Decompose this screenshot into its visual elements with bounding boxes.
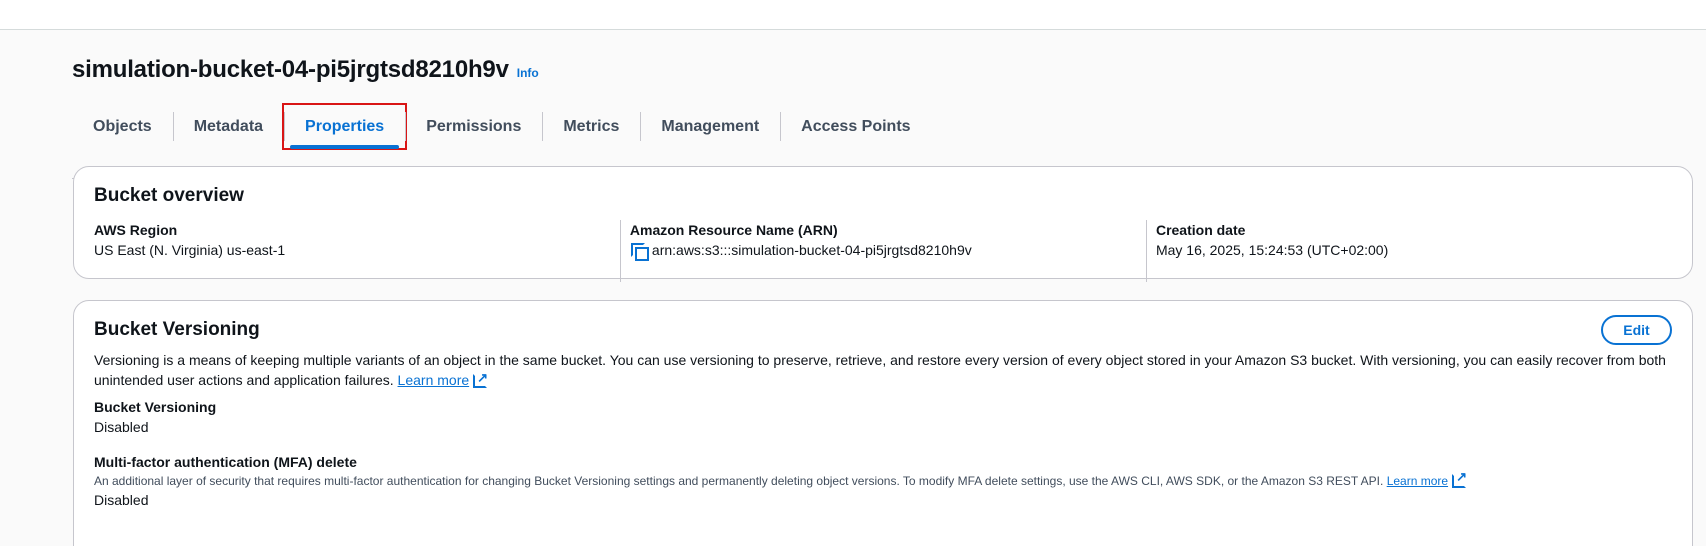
bucket-details-page: simulation-bucket-04-pi5jrgtsd8210h9v In… xyxy=(0,31,1706,546)
versioning-description: Versioning is a means of keeping multipl… xyxy=(94,350,1674,390)
region-label: AWS Region xyxy=(94,222,178,238)
tab-objects[interactable]: Objects xyxy=(72,105,173,148)
bucket-versioning-panel: Bucket Versioning Edit Versioning is a m… xyxy=(73,300,1693,546)
versioning-status-field: Bucket Versioning Disabled xyxy=(94,397,216,437)
bucket-overview-panel: Bucket overview AWS Region US East (N. V… xyxy=(73,166,1693,282)
external-link-icon[interactable] xyxy=(473,368,488,388)
arn-row: arn:aws:s3:::simulation-bucket-04-pi5jrg… xyxy=(630,240,1134,261)
arn-column: Amazon Resource Name (ARN) arn:aws:s3:::… xyxy=(619,220,1146,282)
tab-properties[interactable]: Properties xyxy=(282,103,408,150)
mfa-delete-value: Disabled xyxy=(94,492,149,508)
tab-metrics[interactable]: Metrics xyxy=(542,105,640,148)
mfa-delete-field: Multi-factor authentication (MFA) delete… xyxy=(94,452,1674,510)
mfa-delete-description: An additional layer of security that req… xyxy=(94,468,1674,490)
region-column: AWS Region US East (N. Virginia) us-east… xyxy=(94,220,620,260)
tab-access-points[interactable]: Access Points xyxy=(780,105,931,148)
bucket-versioning-title: Bucket Versioning xyxy=(94,319,260,340)
tab-permissions[interactable]: Permissions xyxy=(405,105,542,148)
tab-metadata[interactable]: Metadata xyxy=(172,105,284,148)
arn-label: Amazon Resource Name (ARN) xyxy=(629,222,838,238)
info-link[interactable]: Info xyxy=(517,66,539,80)
tab-management[interactable]: Management xyxy=(640,105,780,148)
mfa-external-link-icon[interactable] xyxy=(1452,468,1467,488)
versioning-status-label: Bucket Versioning xyxy=(94,399,217,415)
edit-versioning-button[interactable]: Edit xyxy=(1601,315,1672,345)
versioning-description-text: Versioning is a means of keeping multipl… xyxy=(94,352,1666,388)
learn-more-link[interactable]: Learn more xyxy=(398,372,470,388)
versioning-status-value: Disabled xyxy=(94,419,149,435)
top-navigation-bar xyxy=(0,0,1706,30)
mfa-delete-label: Multi-factor authentication (MFA) delete xyxy=(94,454,357,470)
page-title: simulation-bucket-04-pi5jrgtsd8210h9v xyxy=(72,56,509,83)
region-value: US East (N. Virginia) us-east-1 xyxy=(94,242,286,258)
bucket-overview-title: Bucket overview xyxy=(94,185,244,206)
creation-date-label: Creation date xyxy=(1155,222,1246,238)
mfa-learn-more-link[interactable]: Learn more xyxy=(1387,474,1448,488)
creation-date-value: May 16, 2025, 15:24:53 (UTC+02:00) xyxy=(1155,242,1389,258)
mfa-description-text: An additional layer of security that req… xyxy=(94,474,1384,488)
arn-value: arn:aws:s3:::simulation-bucket-04-pi5jrg… xyxy=(651,242,972,258)
copy-icon[interactable] xyxy=(630,242,649,261)
creation-date-column: Creation date May 16, 2025, 15:24:53 (UT… xyxy=(1145,220,1672,282)
page-header: simulation-bucket-04-pi5jrgtsd8210h9v In… xyxy=(72,56,539,84)
bucket-overview-columns: AWS Region US East (N. Virginia) us-east… xyxy=(94,220,1672,282)
